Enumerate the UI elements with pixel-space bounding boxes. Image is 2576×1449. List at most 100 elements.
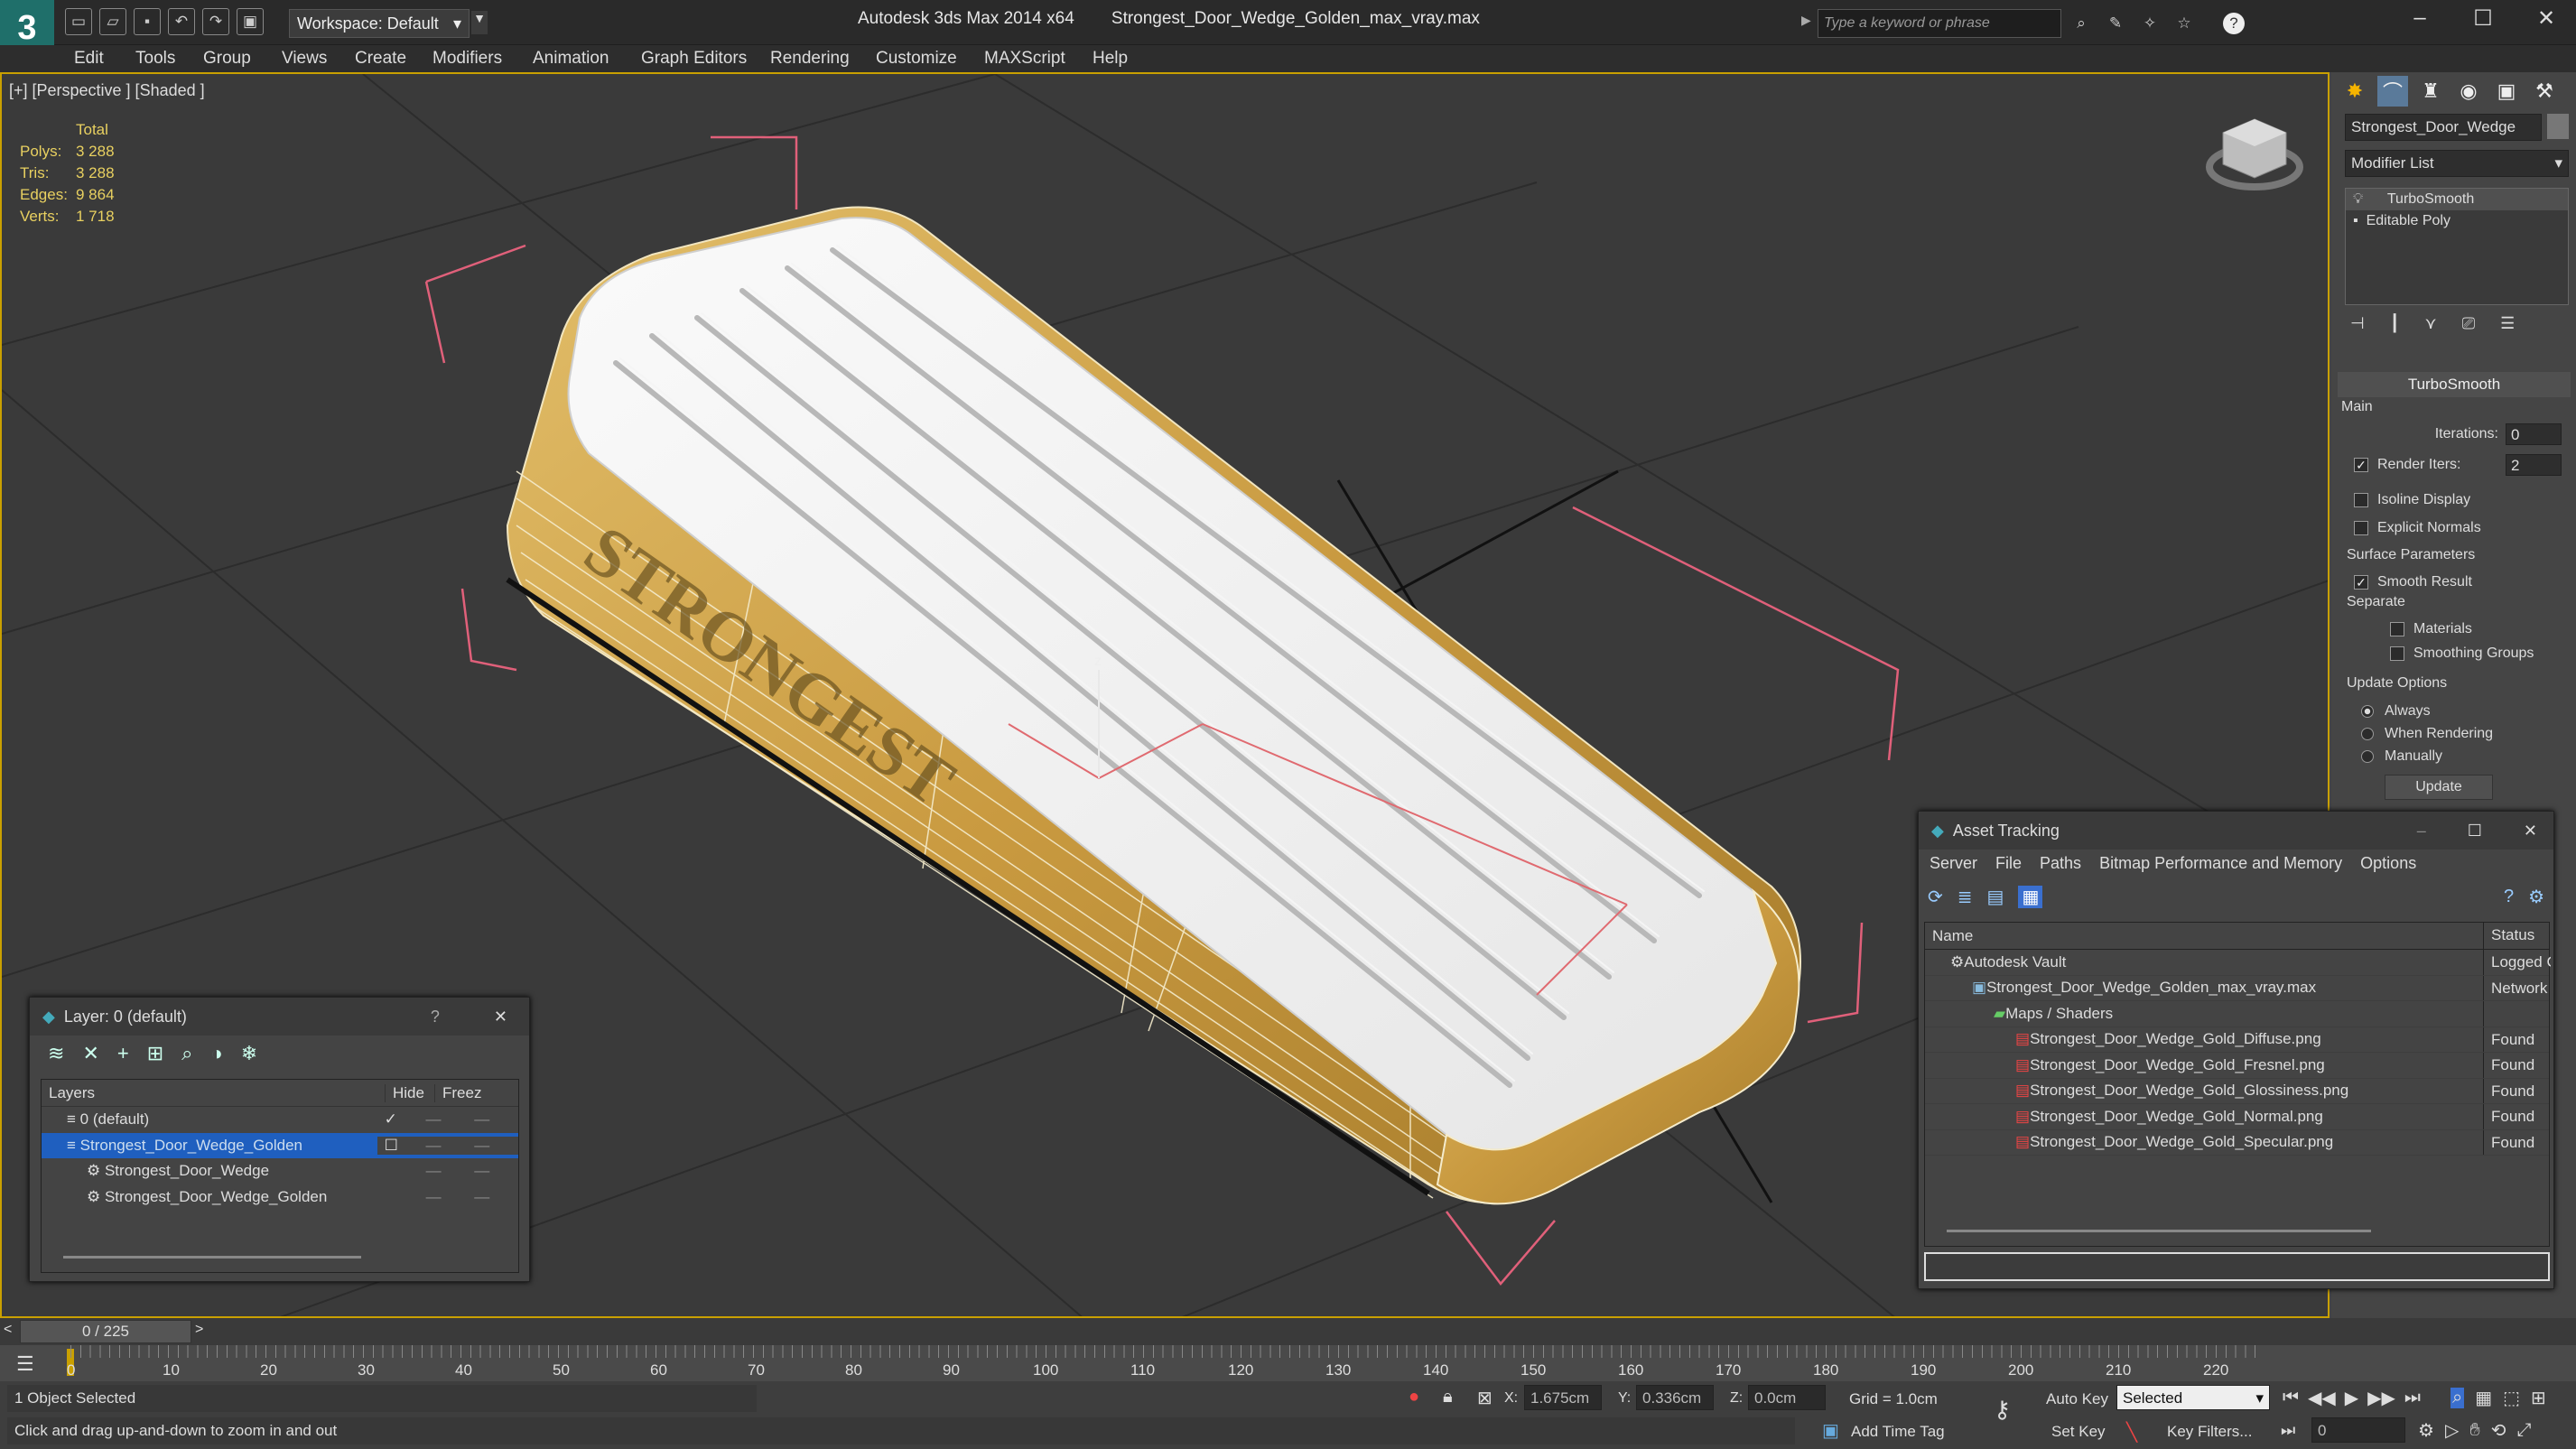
time-config-icon[interactable]: ⚙	[2418, 1419, 2434, 1442]
go-to-end-icon[interactable]: ⏭	[2404, 1388, 2421, 1408]
highlight-layer-icon[interactable]: ⌕	[181, 1042, 192, 1065]
asset-menu-paths[interactable]: Paths	[2040, 854, 2081, 873]
asset-path-field[interactable]	[1924, 1252, 2550, 1281]
menu-rendering[interactable]: Rendering	[770, 49, 850, 69]
subscription-icon[interactable]: ✎	[2102, 10, 2129, 37]
create-tab-icon[interactable]: ✸	[2339, 76, 2370, 107]
horizontal-scrollbar[interactable]	[1947, 1230, 2371, 1232]
iterations-spinner[interactable]: 0	[2506, 423, 2562, 445]
list-view-icon[interactable]: ≣	[1958, 886, 1973, 908]
asset-row[interactable]: ⚙ Autodesk Vault Logged C	[1925, 950, 2551, 976]
field-of-view-icon[interactable]: ▷	[2445, 1419, 2459, 1442]
go-to-start-icon[interactable]: ⏮	[2283, 1388, 2299, 1408]
maximize-icon[interactable]: ☐	[2468, 822, 2482, 841]
key-set-dropdown[interactable]: Selected ▾	[2116, 1385, 2270, 1410]
smoothing-groups-checkbox[interactable]	[2390, 646, 2404, 661]
asset-menu-bitmap[interactable]: Bitmap Performance and Memory	[2099, 854, 2342, 873]
asset-menu-file[interactable]: File	[1995, 854, 2022, 873]
table-view-icon[interactable]: ▦	[2018, 885, 2043, 908]
viewcube-icon[interactable]	[2206, 118, 2303, 190]
set-key-button[interactable]: Set Key	[2051, 1423, 2106, 1441]
horizontal-scrollbar[interactable]	[63, 1256, 361, 1259]
curve-editor-icon[interactable]: ☰	[16, 1352, 34, 1376]
maximize-viewport-icon[interactable]: ⤢	[2517, 1420, 2532, 1441]
layer-window-titlebar[interactable]: ◆ Layer: 0 (default) ? ✕	[30, 998, 529, 1036]
time-slider-thumb[interactable]: 0 / 225	[20, 1320, 191, 1343]
orbit-icon[interactable]: ⟲	[2491, 1419, 2506, 1442]
col-layers[interactable]: Layers	[42, 1084, 385, 1102]
pin-stack-icon[interactable]: ⊣	[2350, 314, 2365, 333]
freeze-toggle[interactable]: —	[474, 1188, 518, 1206]
asset-menu-server[interactable]: Server	[1930, 854, 1977, 873]
binoculars-icon[interactable]: ⌕	[2068, 10, 2095, 37]
active-check-icon[interactable]: ✓	[377, 1110, 426, 1129]
hide-toggle[interactable]: —	[425, 1136, 475, 1155]
make-unique-icon[interactable]: ⋎	[2425, 314, 2437, 333]
menu-customize[interactable]: Customize	[876, 49, 957, 69]
open-file-icon[interactable]: ▱	[99, 8, 126, 35]
workspace-dropdown[interactable]: Workspace: Default ▾	[289, 9, 470, 38]
utilities-tab-icon[interactable]: ⚒	[2529, 76, 2560, 107]
explicit-normals-checkbox[interactable]	[2354, 521, 2368, 535]
menu-views[interactable]: Views	[282, 49, 327, 69]
key-mode-icon[interactable]: ⏭	[2281, 1421, 2295, 1440]
next-frame-icon[interactable]: ▶▶	[2367, 1387, 2395, 1409]
materials-checkbox[interactable]	[2390, 622, 2404, 636]
current-frame-field[interactable]: 0	[2311, 1417, 2405, 1443]
save-file-icon[interactable]: ▪	[134, 8, 161, 35]
zoom-icon[interactable]: ⌕	[2450, 1388, 2465, 1408]
freeze-toggle[interactable]: —	[474, 1110, 518, 1129]
door-wedge-model[interactable]: STRONGEST z	[506, 206, 1801, 1205]
hide-toggle[interactable]: —	[426, 1188, 475, 1206]
render-iters-spinner[interactable]: 2	[2506, 454, 2562, 476]
menu-help[interactable]: Help	[1093, 49, 1128, 69]
prev-frame-icon[interactable]: <	[4, 1322, 12, 1338]
help-icon[interactable]: ?	[2223, 13, 2245, 34]
hide-toggle[interactable]: —	[426, 1162, 475, 1180]
col-name[interactable]: Name	[1925, 927, 1973, 945]
menu-graph-editors[interactable]: Graph Editors	[641, 49, 747, 69]
search-expand-icon[interactable]: ▶	[1801, 13, 1811, 28]
remove-modifier-icon[interactable]: ⎚	[2462, 314, 2475, 333]
layer-row[interactable]: ⚙ Strongest_Door_Wedge — —	[42, 1158, 518, 1184]
close-button[interactable]: ✕	[2519, 5, 2573, 38]
zoom-extents-icon[interactable]: ⬚	[2503, 1387, 2520, 1409]
pan-hand-icon[interactable]: ✋︎	[2469, 1420, 2479, 1441]
modifier-list-dropdown[interactable]: Modifier List ▾	[2345, 150, 2569, 177]
absolute-mode-icon[interactable]: ⊠	[1477, 1387, 1493, 1409]
asset-row[interactable]: ▤ Strongest_Door_Wedge_Gold_Fresnel.png F…	[1925, 1053, 2549, 1079]
stack-item-turbosmooth[interactable]: 💡︎ TurboSmooth	[2346, 189, 2568, 210]
freeze-toggle[interactable]: —	[474, 1162, 518, 1180]
minimize-icon[interactable]: –	[2417, 822, 2426, 841]
next-frame-icon[interactable]: >	[195, 1322, 203, 1338]
refresh-icon[interactable]: ⟳	[1928, 886, 1943, 908]
minimize-button[interactable]: –	[2393, 5, 2447, 38]
menu-modifiers[interactable]: Modifiers	[432, 49, 502, 69]
show-end-result-icon[interactable]: ┃	[2390, 314, 2400, 333]
favorites-star-icon[interactable]: ☆	[2171, 10, 2198, 37]
previous-frame-icon[interactable]: ◀◀	[2308, 1387, 2336, 1409]
asset-menu-options[interactable]: Options	[2360, 854, 2416, 873]
play-icon[interactable]: ▶	[2345, 1387, 2358, 1409]
asset-row[interactable]: ▤ Strongest_Door_Wedge_Gold_Normal.png Fo…	[1925, 1104, 2549, 1130]
project-folder-icon[interactable]: ▣	[237, 8, 264, 35]
settings-icon[interactable]: ⚙	[2528, 886, 2544, 908]
smooth-result-checkbox[interactable]: ✓	[2354, 575, 2368, 590]
configure-modifier-sets-icon[interactable]: ☰	[2500, 314, 2515, 333]
hide-all-layers-icon[interactable]: ◑	[211, 1042, 223, 1065]
close-icon[interactable]: ✕	[2524, 822, 2537, 841]
always-radio[interactable]	[2361, 705, 2374, 718]
communication-icon[interactable]: ✧	[2136, 10, 2163, 37]
object-color-swatch[interactable]	[2547, 114, 2569, 139]
asset-window-titlebar[interactable]: ◆ Asset Tracking – ☐ ✕	[1919, 812, 2553, 850]
col-status[interactable]: Status	[2483, 923, 2551, 949]
hierarchy-tab-icon[interactable]: ♜	[2415, 76, 2446, 107]
track-bar[interactable]: ☰ 0 10 20 30 40 50 60 70 80 90 100 110 1…	[0, 1345, 2576, 1381]
asset-row[interactable]: ▤ Strongest_Door_Wedge_Gold_Glossiness.p…	[1925, 1078, 2549, 1104]
isoline-checkbox[interactable]	[2354, 493, 2368, 507]
zoom-all-icon[interactable]: ▦	[2475, 1387, 2492, 1409]
undo-icon[interactable]: ↶	[168, 8, 195, 35]
y-coordinate-field[interactable]: 0.336cm	[1636, 1385, 1714, 1410]
key-filters-button[interactable]: Key Filters...	[2167, 1423, 2252, 1441]
create-layer-icon[interactable]: ≋	[48, 1042, 64, 1065]
